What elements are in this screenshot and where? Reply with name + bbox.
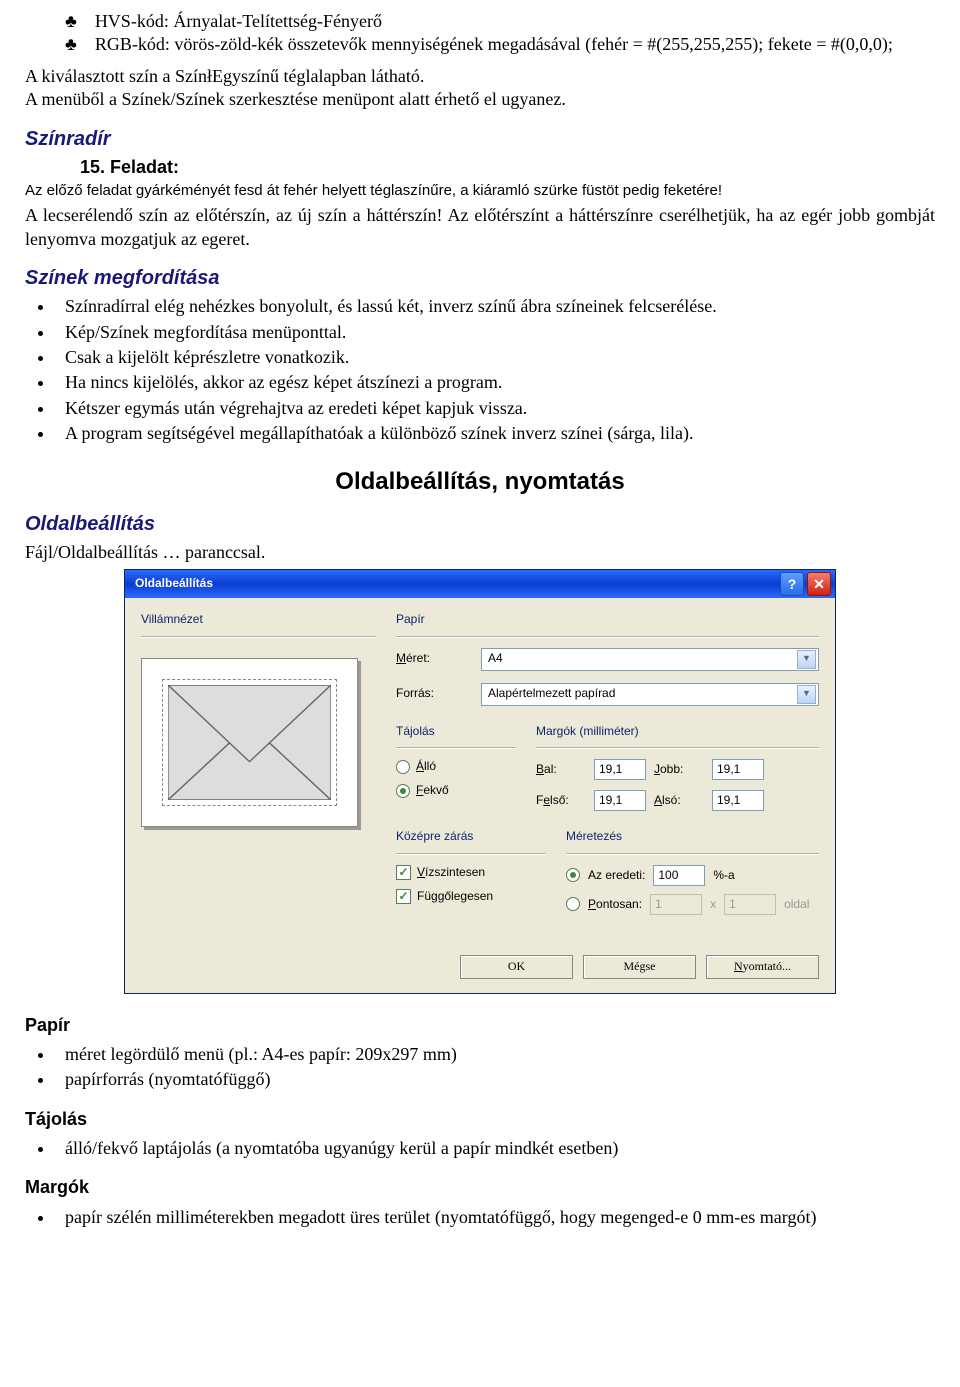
list-item: Kép/Színek megfordítása menüponttal. <box>55 321 935 344</box>
margin-top-input[interactable]: 19,1 <box>594 790 646 811</box>
printer-button[interactable]: Nyomtató... <box>706 955 819 979</box>
eraser-note: A lecserélendő szín az előtérszín, az új… <box>25 204 935 251</box>
scale-exact-h-input: 1 <box>724 894 776 915</box>
checkbox-icon[interactable] <box>396 865 411 880</box>
checkbox-icon[interactable] <box>396 889 411 904</box>
paper-list: méret legördülő menü (pl.: A4-es papír: … <box>55 1043 935 1092</box>
orientation-group-label: Tájolás <box>396 724 516 740</box>
chevron-down-icon[interactable]: ▼ <box>797 685 816 704</box>
section-eraser-title: Színradír <box>25 126 935 152</box>
doc-paper-title: Papír <box>25 1014 935 1037</box>
preview-group-label: Villámnézet <box>141 612 376 628</box>
orient-list: álló/fekvő laptájolás (a nyomtatóba ugya… <box>55 1137 935 1160</box>
scale-group: Méretezés Az eredeti: 100 %-a Pontosan: … <box>566 829 819 923</box>
size-label: Méret: <box>396 651 471 667</box>
list-item: Színradírral elég nehézkes bonyolult, és… <box>55 295 935 318</box>
preview-frame <box>141 658 358 827</box>
margins-list: papír szélén milliméterekben megadott ür… <box>55 1206 935 1229</box>
dialog-button-row: OK Mégse Nyomtató... <box>125 955 835 993</box>
size-value: A4 <box>488 651 797 667</box>
scale-group-label: Méretezés <box>566 829 819 845</box>
paper-group: Papír Méret: A4 ▼ Forrás: Alapértelmezet… <box>396 612 819 706</box>
list-item: álló/fekvő laptájolás (a nyomtatóba ugya… <box>55 1137 935 1160</box>
task-number: 15. Feladat: <box>80 156 935 179</box>
section-setup-title: Oldalbeállítás <box>25 511 935 537</box>
intro-rgb: RGB-kód: vörös-zöld-kék összetevők menny… <box>65 33 935 56</box>
radio-icon[interactable] <box>566 897 580 911</box>
close-button[interactable]: ✕ <box>807 572 831 596</box>
ok-button[interactable]: OK <box>460 955 573 979</box>
list-item: papír szélén milliméterekben megadott ür… <box>55 1206 935 1229</box>
horiz-label: Vízszintesen <box>417 865 485 881</box>
radio-icon[interactable] <box>396 784 410 798</box>
scale-x: x <box>710 897 716 913</box>
setup-cmd: Fájl/Oldalbeállítás … paranccsal. <box>25 541 935 564</box>
margins-group-label: Margók (milliméter) <box>536 724 819 740</box>
list-item: Kétszer egymás után végrehajtva az erede… <box>55 397 935 420</box>
scale-original-row[interactable]: Az eredeti: 100 %-a <box>566 865 819 886</box>
center-group-label: Középre zárás <box>396 829 546 845</box>
margin-left-input[interactable]: 19,1 <box>594 759 646 780</box>
scale-exact-label: Pontosan: <box>588 897 642 913</box>
scale-orig-input[interactable]: 100 <box>653 865 705 886</box>
scale-exact-w-input: 1 <box>650 894 702 915</box>
horiz-check-row[interactable]: Vízszintesen <box>396 865 546 881</box>
portrait-radio-row[interactable]: Álló <box>396 759 516 775</box>
portrait-label: Álló <box>416 759 436 775</box>
landscape-radio-row[interactable]: Fekvő <box>396 783 516 799</box>
list-item: méret legördülő menü (pl.: A4-es papír: … <box>55 1043 935 1066</box>
scale-exact-row[interactable]: Pontosan: 1 x 1 oldal <box>566 894 819 915</box>
margin-right-input[interactable]: 19,1 <box>712 759 764 780</box>
intro-hvs: HVS-kód: Árnyalat-Telítettség-Fényerő <box>65 10 935 33</box>
radio-icon[interactable] <box>566 868 580 882</box>
dialog-title: Oldalbeállítás <box>135 576 213 592</box>
list-item: Csak a kijelölt képrészletre vonatkozik. <box>55 346 935 369</box>
margin-right-label: Jobb: <box>654 762 702 778</box>
dialog-titlebar[interactable]: Oldalbeállítás ? ✕ <box>125 570 835 598</box>
intro-chosen: A kiválasztott szín a SzínłEgyszínű tégl… <box>25 65 935 88</box>
list-item: papírforrás (nyomtatófüggő) <box>55 1068 935 1091</box>
doc-margins-title: Margók <box>25 1176 935 1199</box>
page-setup-dialog: Oldalbeállítás ? ✕ Villámnézet <box>124 569 836 993</box>
margin-left-label: Bal: <box>536 762 584 778</box>
intro-list: HVS-kód: Árnyalat-Telítettség-Fényerő RG… <box>65 10 935 57</box>
center-group: Középre zárás Vízszintesen Függőlegesen <box>396 829 546 923</box>
doc-orient-title: Tájolás <box>25 1108 935 1131</box>
landscape-label: Fekvő <box>416 783 449 799</box>
task-body: Az előző feladat gyárkéményét fesd át fe… <box>25 181 935 201</box>
paper-group-label: Papír <box>396 612 819 628</box>
margin-top-label: Felső: <box>536 793 584 809</box>
orientation-group: Tájolás Álló Fekvő <box>396 724 516 812</box>
scale-orig-suffix: %-a <box>713 868 734 884</box>
source-combo[interactable]: Alapértelmezett papírad ▼ <box>481 683 819 706</box>
preview-envelope-icon <box>168 685 331 800</box>
source-label: Forrás: <box>396 686 471 702</box>
chevron-down-icon[interactable]: ▼ <box>797 650 816 669</box>
list-item: A program segítségével megállapíthatóak … <box>55 422 935 445</box>
page-setup-heading: Oldalbeállítás, nyomtatás <box>25 466 935 497</box>
section-invert-title: Színek megfordítása <box>25 265 935 291</box>
radio-icon[interactable] <box>396 760 410 774</box>
help-button[interactable]: ? <box>780 572 804 596</box>
margins-group: Margók (milliméter) Bal: 19,1 Jobb: 19,1… <box>536 724 819 812</box>
source-value: Alapértelmezett papírad <box>488 686 797 702</box>
margin-bottom-input[interactable]: 19,1 <box>712 790 764 811</box>
list-item: Ha nincs kijelölés, akkor az egész képet… <box>55 371 935 394</box>
cancel-button[interactable]: Mégse <box>583 955 696 979</box>
vert-label: Függőlegesen <box>417 889 493 905</box>
size-combo[interactable]: A4 ▼ <box>481 648 819 671</box>
invert-list: Színradírral elég nehézkes bonyolult, és… <box>55 295 935 445</box>
scale-exact-suffix: oldal <box>784 897 809 913</box>
vert-check-row[interactable]: Függőlegesen <box>396 889 546 905</box>
intro-menu: A menüből a Színek/Színek szerkesztése m… <box>25 88 935 111</box>
scale-orig-label: Az eredeti: <box>588 868 645 884</box>
margin-bottom-label: Alsó: <box>654 793 702 809</box>
